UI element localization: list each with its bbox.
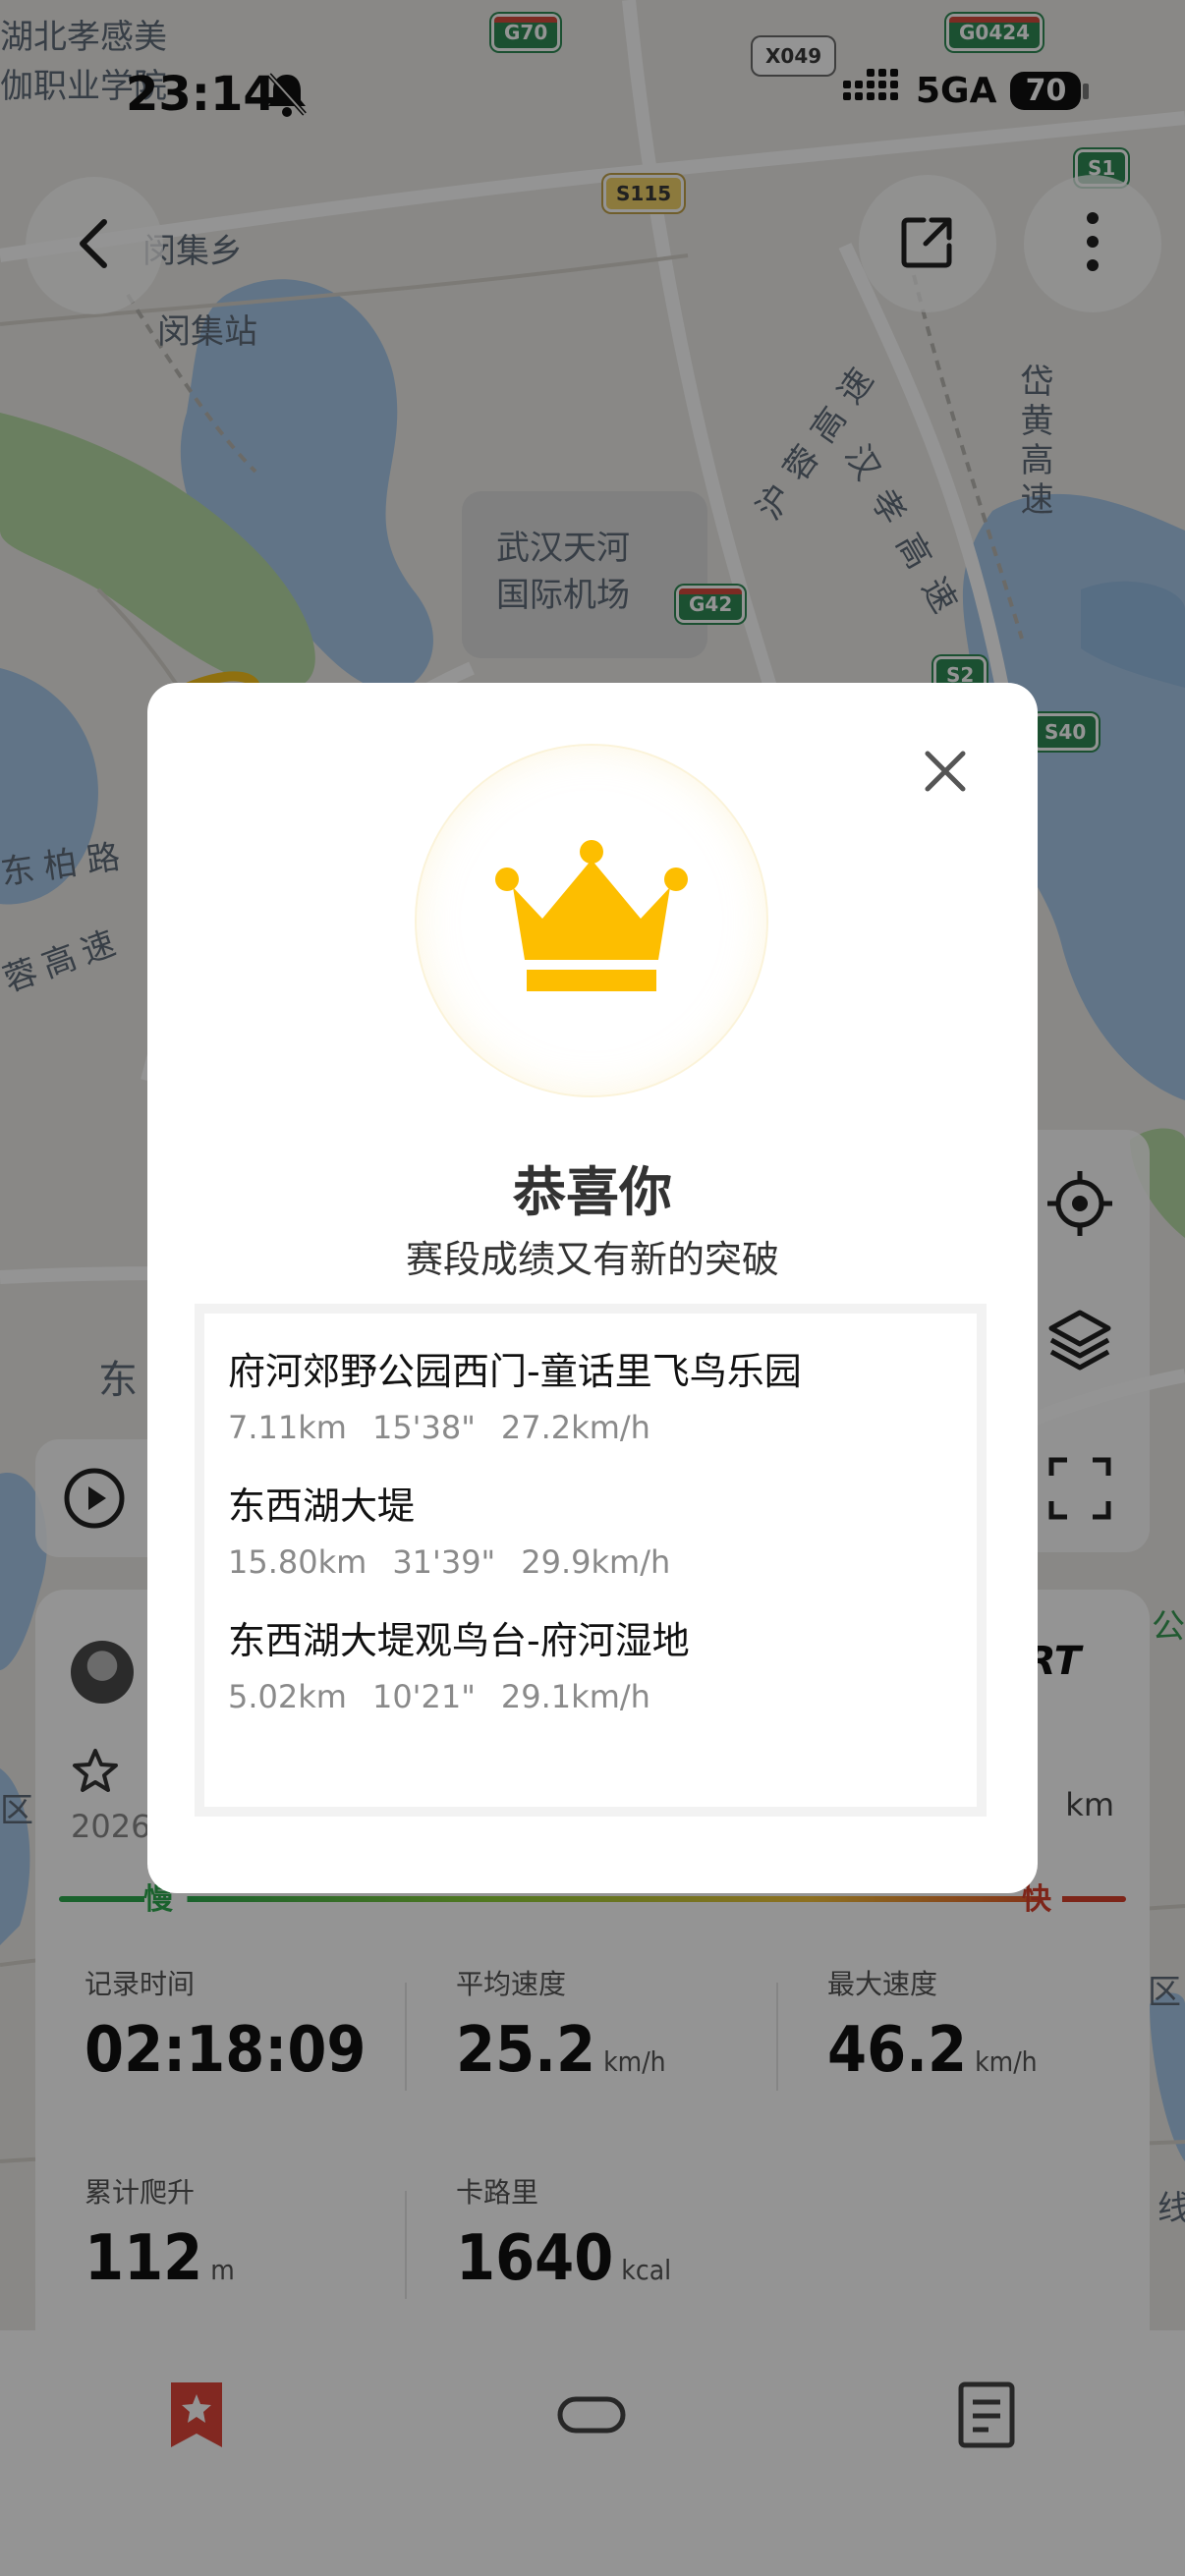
crown-badge bbox=[415, 744, 768, 1097]
achievement-dialog: 恭喜你 赛段成绩又有新的突破 府河郊野公园西门-童话里飞鸟乐园 7.11km 15… bbox=[147, 683, 1038, 1893]
segment-item[interactable]: 东西湖大堤观鸟台-府河湿地 5.02km 10'21" 29.1km/h bbox=[228, 1610, 977, 1715]
dialog-subtitle: 赛段成绩又有新的突破 bbox=[405, 1238, 779, 1281]
segment-time: 15'38" bbox=[371, 1409, 476, 1446]
crown-icon bbox=[493, 840, 690, 1001]
segment-item[interactable]: 府河郊野公园西门-童话里飞鸟乐园 7.11km 15'38" 27.2km/h bbox=[228, 1341, 977, 1446]
segment-name: 东西湖大堤观鸟台-府河湿地 bbox=[228, 1619, 690, 1662]
segment-distance: 15.80km bbox=[228, 1543, 367, 1581]
segment-name: 东西湖大堤 bbox=[228, 1484, 416, 1528]
segment-item[interactable]: 东西湖大堤 15.80km 31'39" 29.9km/h bbox=[228, 1476, 977, 1581]
segment-stats: 5.02km 10'21" 29.1km/h bbox=[228, 1678, 977, 1715]
segment-time: 10'21" bbox=[371, 1678, 476, 1715]
dialog-title: 恭喜你 bbox=[513, 1161, 672, 1223]
segment-distance: 5.02km bbox=[228, 1678, 347, 1715]
segment-speed: 29.9km/h bbox=[521, 1543, 671, 1581]
close-icon bbox=[924, 750, 967, 797]
close-button[interactable] bbox=[914, 742, 977, 805]
segment-list: 府河郊野公园西门-童话里飞鸟乐园 7.11km 15'38" 27.2km/h 东西… bbox=[195, 1304, 987, 1817]
segment-time: 31'39" bbox=[392, 1543, 496, 1581]
segment-name: 府河郊野公园西门-童话里飞鸟乐园 bbox=[228, 1350, 802, 1393]
segment-speed: 27.2km/h bbox=[500, 1409, 650, 1446]
segment-stats: 15.80km 31'39" 29.9km/h bbox=[228, 1543, 977, 1581]
segment-speed: 29.1km/h bbox=[500, 1678, 650, 1715]
segment-stats: 7.11km 15'38" 27.2km/h bbox=[228, 1409, 977, 1446]
segment-distance: 7.11km bbox=[228, 1409, 347, 1446]
